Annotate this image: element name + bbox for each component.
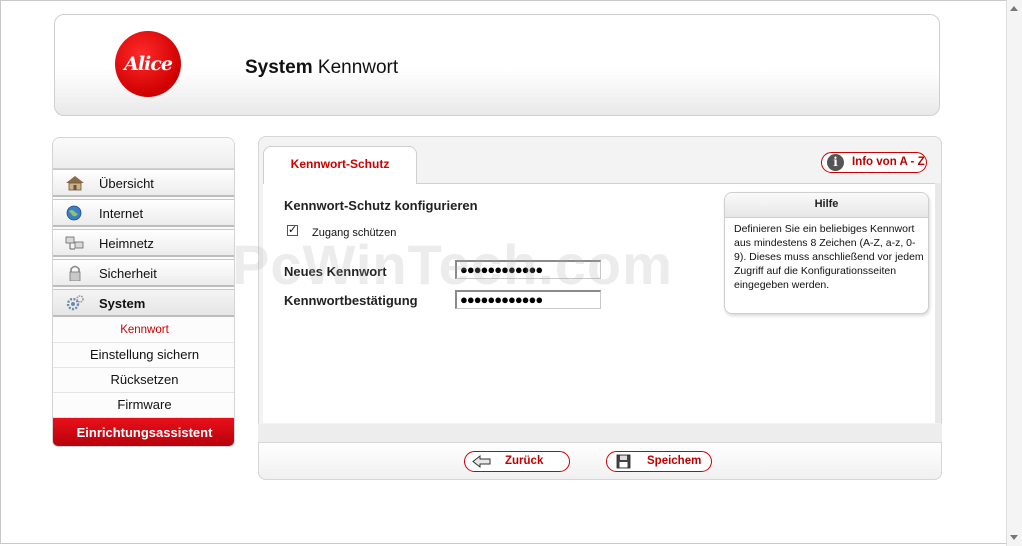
- help-text: Definieren Sie ein beliebiges Kennwort a…: [734, 223, 924, 291]
- help-title: Hilfe: [725, 193, 928, 218]
- info-button-label: Info von A - Z: [852, 156, 925, 168]
- sidebar-subitem-kennwort[interactable]: Kennwort: [53, 318, 234, 343]
- save-button[interactable]: Speichem: [606, 451, 712, 472]
- gear-icon: [66, 295, 84, 311]
- sidebar-item-uebersicht[interactable]: Übersicht: [53, 169, 234, 197]
- protect-access-label: Zugang schützen: [312, 227, 397, 239]
- help-box: Hilfe Definieren Sie ein beliebiges Kenn…: [724, 192, 929, 314]
- page-title-page: Kennwort: [317, 57, 399, 78]
- info-icon: i: [827, 154, 844, 171]
- back-button[interactable]: Zurück: [464, 451, 570, 472]
- floppy-disk-icon: [616, 454, 631, 469]
- sidebar-item-label: Internet: [99, 206, 144, 221]
- back-arrow-icon: [472, 454, 491, 469]
- save-button-label: Speichem: [647, 455, 702, 467]
- network-icon: [65, 236, 84, 250]
- header-banner: Alice System Kennwort: [54, 14, 940, 116]
- sidebar-item-sicherheit[interactable]: Sicherheit: [53, 259, 234, 287]
- sidebar-item-label: Übersicht: [99, 176, 154, 191]
- sidebar-item-label: Heimnetz: [99, 236, 154, 251]
- tab-kennwort-schutz[interactable]: Kennwort-Schutz: [263, 146, 417, 184]
- page-title-section: System: [245, 57, 313, 78]
- new-password-label: Neues Kennwort: [284, 264, 387, 279]
- content-edge: [935, 183, 941, 423]
- confirm-password-input[interactable]: ●●●●●●●●●●●●: [455, 290, 601, 309]
- vertical-scrollbar[interactable]: [1006, 0, 1022, 546]
- scroll-down-arrow-icon[interactable]: [1010, 535, 1018, 540]
- house-icon: [66, 176, 84, 191]
- footer-bar: [258, 442, 942, 480]
- sidebar: Übersicht Internet Heimnetz Sicherheit S…: [52, 137, 235, 447]
- back-button-label: Zurück: [505, 455, 544, 467]
- sidebar-item-internet[interactable]: Internet: [53, 199, 234, 227]
- globe-icon: [66, 205, 82, 221]
- confirm-password-label: Kennwortbestätigung: [284, 293, 418, 308]
- sidebar-item-label: System: [99, 296, 146, 311]
- info-a-z-button[interactable]: i Info von A - Z: [821, 152, 927, 173]
- sidebar-subitem-einstellung-sichern[interactable]: Einstellung sichern: [53, 343, 234, 368]
- sidebar-item-label: Sicherheit: [99, 266, 157, 281]
- setup-wizard-button[interactable]: Einrichtungsassistent: [53, 418, 234, 446]
- sidebar-item-heimnetz[interactable]: Heimnetz: [53, 229, 234, 257]
- sidebar-subitem-ruecksetzen[interactable]: Rücksetzen: [53, 368, 234, 393]
- form-title: Kennwort-Schutz konfigurieren: [284, 198, 478, 213]
- new-password-input[interactable]: ●●●●●●●●●●●●: [455, 260, 601, 279]
- sidebar-top-strip: [53, 138, 234, 169]
- footer-divider: [258, 424, 942, 442]
- sidebar-subitem-firmware[interactable]: Firmware: [53, 393, 234, 418]
- protect-access-checkbox[interactable]: ✓: [287, 225, 298, 236]
- scroll-up-arrow-icon[interactable]: [1010, 6, 1018, 11]
- page-title: System Kennwort: [245, 57, 398, 79]
- alice-logo: Alice: [115, 31, 181, 97]
- sidebar-item-system[interactable]: System: [53, 289, 234, 317]
- padlock-icon: [69, 265, 81, 281]
